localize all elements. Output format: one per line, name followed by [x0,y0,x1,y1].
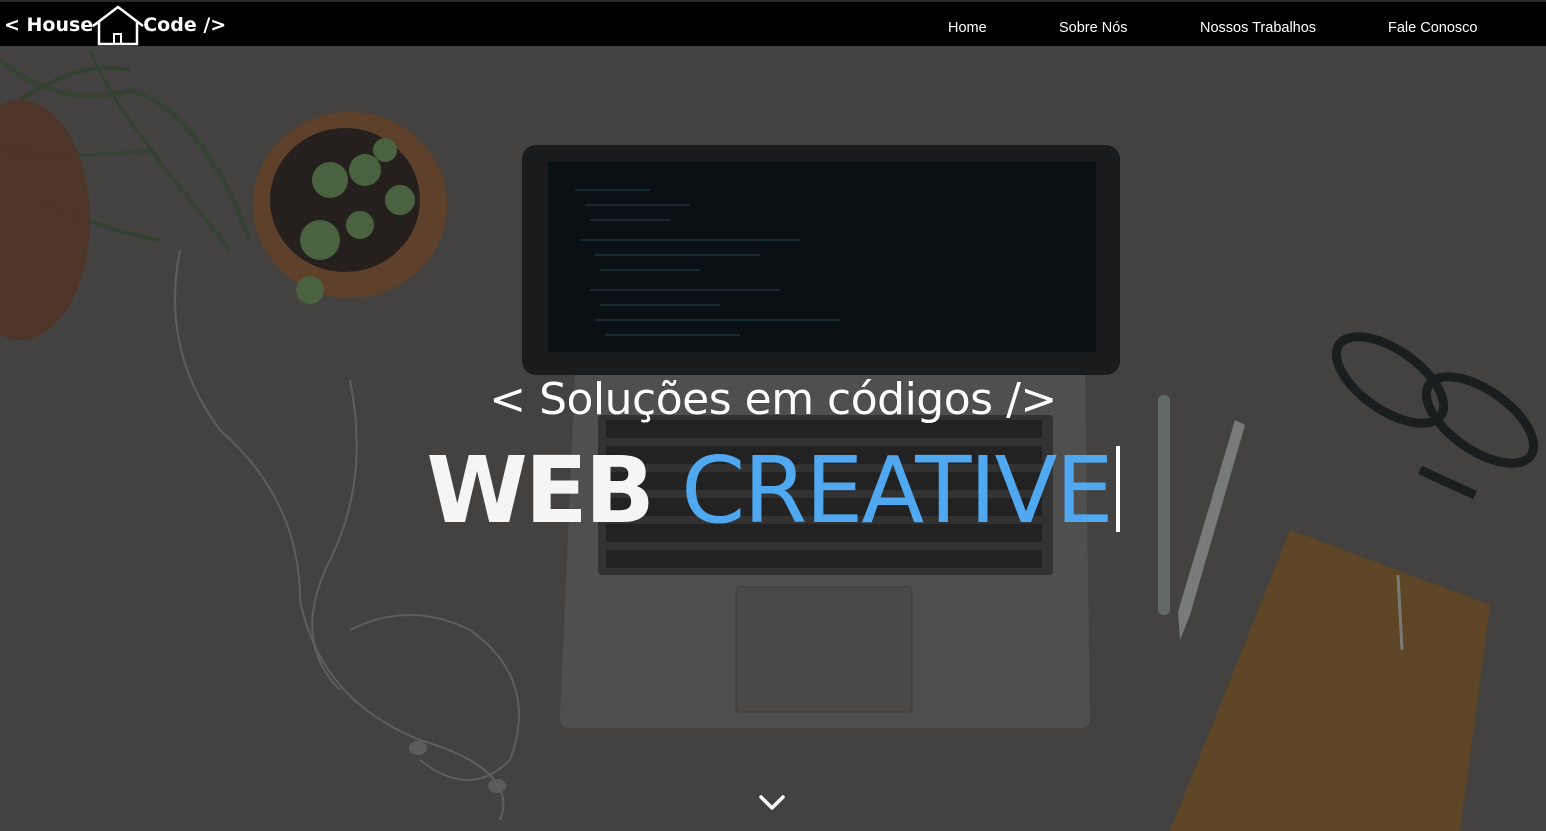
nav-link-nossos-trabalhos[interactable]: Nossos Trabalhos [1200,20,1316,36]
nav-link-home[interactable]: Home [948,20,987,36]
chevron-down-icon[interactable] [757,791,787,813]
page: < Soluções em códigos /> WEB CREATIVE < … [0,0,1546,831]
typing-cursor [1115,446,1120,532]
nav-menu: Home Sobre Nós Nossos Trabalhos Fale Con… [0,2,1546,48]
nav-link-fale-conosco[interactable]: Fale Conosco [1388,20,1477,36]
nav-link-sobre-nos[interactable]: Sobre Nós [1059,20,1128,36]
headline-word-creative: CREATIVE [681,437,1113,544]
hero-headline: WEB CREATIVE [0,436,1546,546]
hero-slogan: < Soluções em códigos /> [489,374,1057,425]
headline-word-web: WEB [426,437,654,544]
hero-section: < Soluções em códigos /> WEB CREATIVE [0,46,1546,831]
top-navbar: < House Code /> Home Sobre Nós Nossos Tr… [0,0,1546,46]
